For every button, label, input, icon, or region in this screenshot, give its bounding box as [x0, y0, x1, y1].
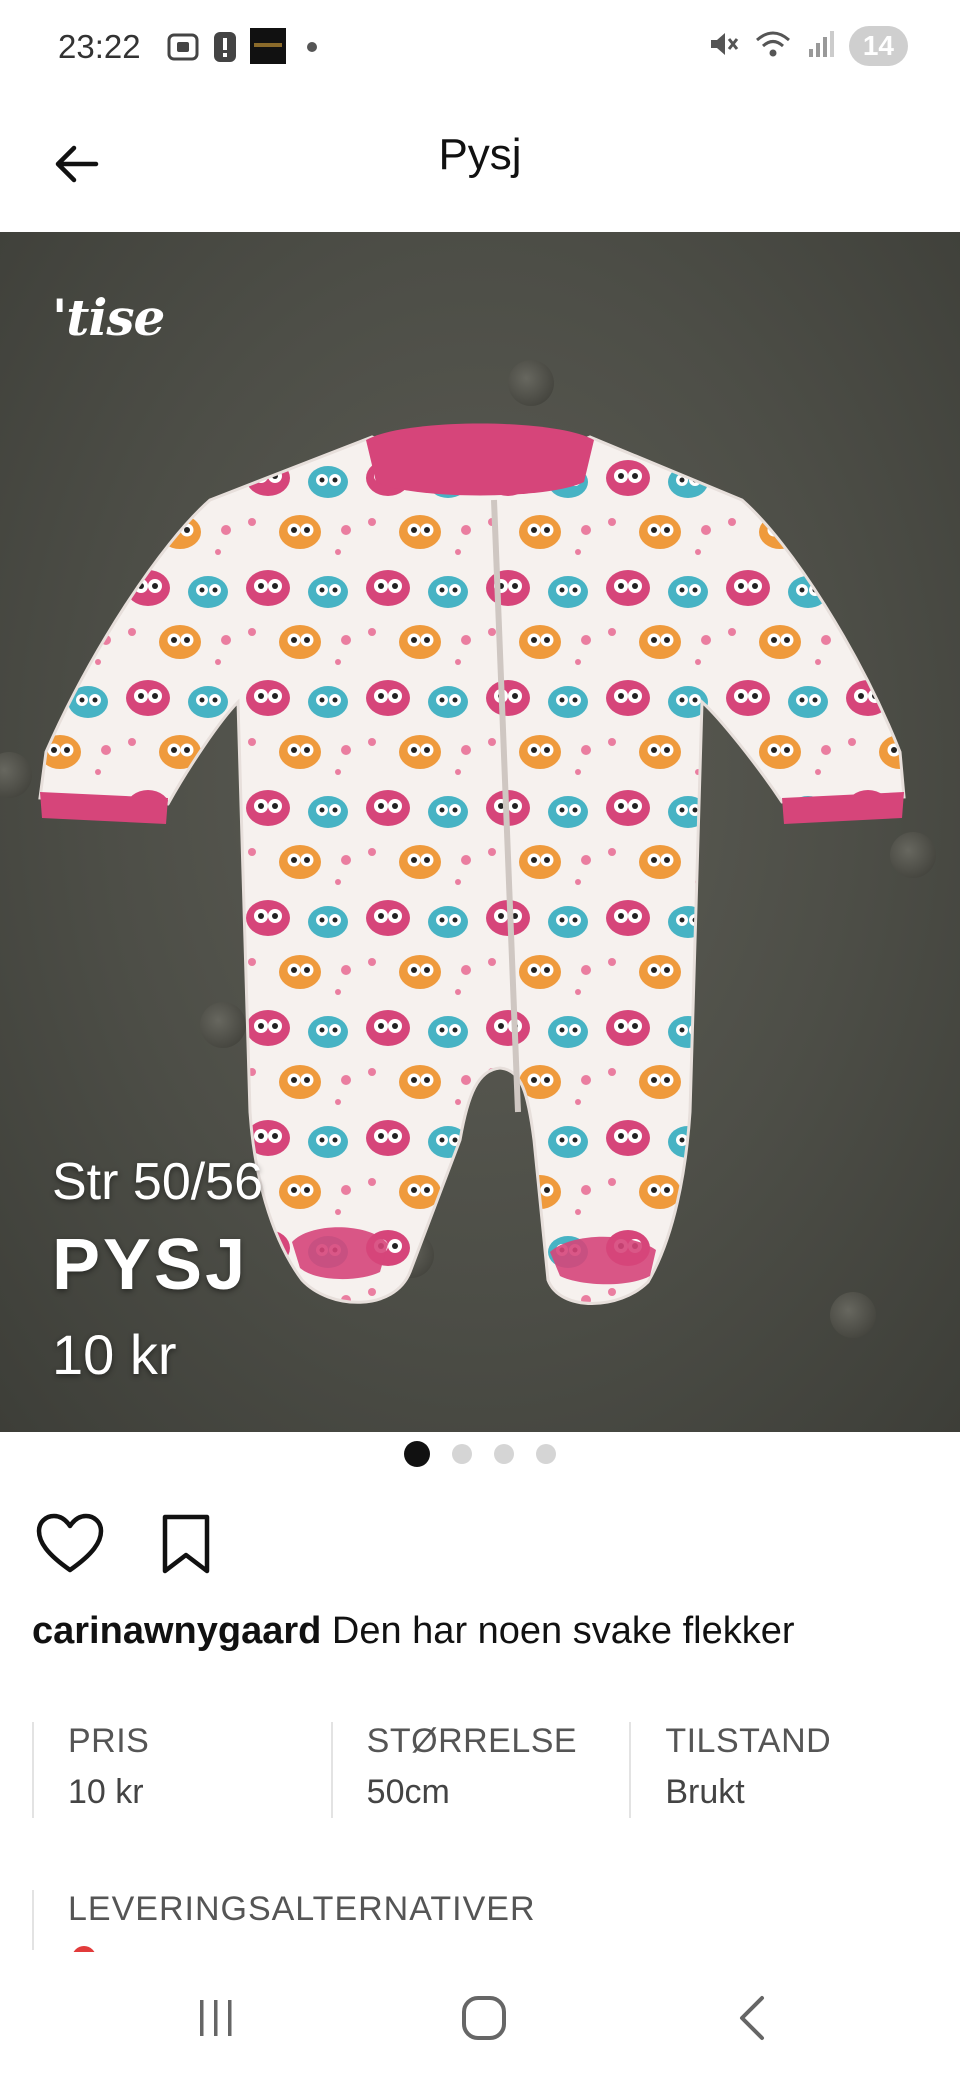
post-actions — [32, 1506, 224, 1582]
seller-username[interactable]: carinawnygaard — [32, 1610, 321, 1652]
heart-icon — [36, 1513, 104, 1573]
screenshot-icon — [166, 30, 200, 69]
detail-label: TILSTAND — [665, 1722, 832, 1760]
detail-label: PRIS — [68, 1722, 150, 1760]
post-caption: carinawnygaard Den har noen svake flekke… — [32, 1610, 795, 1653]
status-bar: 23:22 14 — [0, 0, 960, 96]
dot-icon — [306, 40, 318, 58]
detail-price: PRIS 10 kr — [32, 1722, 331, 1818]
carousel-dot[interactable] — [452, 1444, 472, 1464]
app-header: Pysj — [0, 96, 960, 232]
mute-icon — [707, 28, 739, 65]
tise-logo: 'tise — [52, 288, 165, 347]
save-button[interactable] — [148, 1506, 224, 1582]
status-time: 23:22 — [58, 28, 141, 65]
product-details: PRIS 10 kr STØRRELSE 50cm TILSTAND Brukt — [32, 1722, 928, 1818]
notification-badge: 14 — [848, 26, 908, 66]
wifi-icon — [753, 28, 793, 65]
system-back-button[interactable] — [712, 1988, 792, 2048]
system-nav-bar — [0, 1952, 960, 2080]
detail-condition: TILSTAND Brukt — [629, 1722, 928, 1818]
bookmark-icon — [162, 1514, 210, 1574]
product-photo[interactable]: 'tise Str 50/56 PYSJ 10 kr — [0, 232, 960, 1432]
recent-apps-icon — [200, 2000, 232, 2036]
carousel-indicator — [0, 1441, 960, 1467]
photo-size-label: Str 50/56 — [52, 1153, 264, 1211]
carousel-dot[interactable] — [494, 1444, 514, 1464]
like-button[interactable] — [32, 1506, 108, 1582]
detail-value: 50cm — [366, 1773, 450, 1811]
carousel-dot[interactable] — [536, 1444, 556, 1464]
photo-title-label: PYSJ — [52, 1225, 249, 1305]
caption-text: Den har noen svake flekker — [331, 1610, 795, 1652]
photo-price-label: 10 kr — [52, 1323, 177, 1386]
carousel-dot[interactable] — [404, 1441, 430, 1467]
detail-label: STØRRELSE — [366, 1722, 578, 1760]
app-icon — [250, 28, 286, 69]
delivery-options: LEVERINGSALTERNATIVER — [32, 1890, 536, 1950]
detail-size: STØRRELSE 50cm — [330, 1722, 630, 1818]
signal-icon — [807, 29, 835, 64]
home-icon — [462, 1996, 506, 2040]
alert-icon — [212, 30, 238, 69]
detail-value: 10 kr — [68, 1773, 144, 1811]
home-button[interactable] — [444, 1988, 524, 2048]
recent-apps-button[interactable] — [176, 1988, 256, 2048]
delivery-label: LEVERINGSALTERNATIVER — [68, 1890, 536, 1928]
detail-value: Brukt — [665, 1773, 745, 1811]
page-title: Pysj — [438, 130, 522, 179]
back-icon — [740, 1996, 764, 2040]
